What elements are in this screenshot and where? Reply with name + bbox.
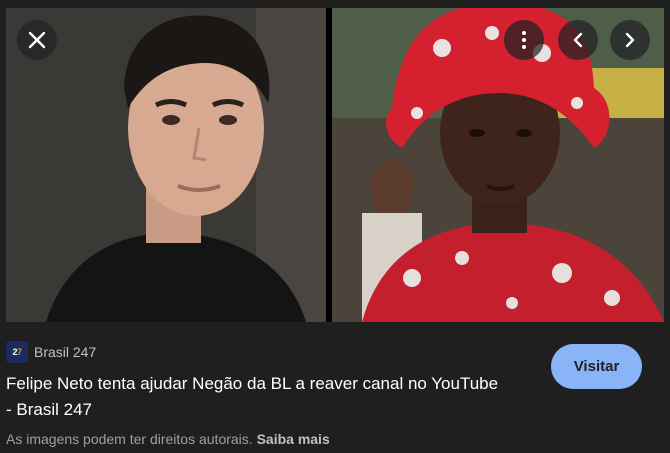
next-image-button[interactable]	[610, 20, 650, 60]
preview-image-right[interactable]	[332, 8, 664, 322]
image-info-panel: 27 Brasil 247 Felipe Neto tenta ajudar N…	[0, 322, 670, 453]
chevron-right-icon	[625, 32, 635, 48]
previous-image-button[interactable]	[558, 20, 598, 60]
more-options-button[interactable]	[504, 20, 544, 60]
source-link[interactable]: 27 Brasil 247	[6, 340, 96, 364]
source-name: Brasil 247	[34, 344, 97, 360]
learn-more-link[interactable]: Saiba mais	[257, 431, 330, 447]
copyright-text: As imagens podem ter direitos autorais.	[6, 431, 253, 447]
visit-button[interactable]: Visitar	[551, 344, 642, 389]
image-viewer	[6, 8, 664, 322]
more-vert-icon	[522, 31, 526, 49]
site-favicon: 27	[6, 341, 28, 363]
close-icon	[28, 31, 46, 49]
portrait-man-red-bucket-hat	[332, 8, 664, 322]
chevron-left-icon	[573, 32, 583, 48]
image-title-link[interactable]: Felipe Neto tenta ajudar Negão da BL a r…	[6, 371, 506, 423]
preview-image-left[interactable]	[6, 8, 326, 322]
favicon-text-b: 7	[17, 347, 22, 357]
copyright-notice: As imagens podem ter direitos autorais. …	[6, 431, 330, 447]
portrait-man-dark-shirt	[6, 8, 326, 322]
close-button[interactable]	[17, 20, 57, 60]
